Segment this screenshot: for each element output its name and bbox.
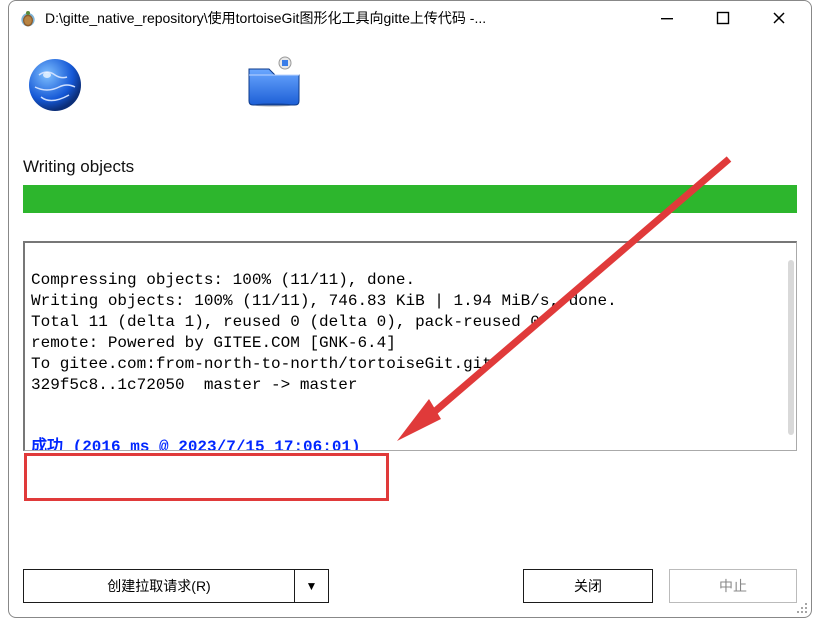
console-line: remote: Powered by GITEE.COM [GNK-6.4] (31, 334, 396, 352)
icon-row (23, 49, 797, 137)
stage-label: Writing objects (23, 157, 797, 177)
app-window: D:\gitte_native_repository\使用tortoiseGit… (8, 0, 812, 618)
console-success-line: 成功 (2016 ms @ 2023/7/15 17:06:01) (31, 437, 361, 451)
button-row: 创建拉取请求(R) ▼ 关闭 中止 (23, 569, 797, 603)
stop-button: 中止 (669, 569, 797, 603)
console-line: Writing objects: 100% (11/11), 746.83 Ki… (31, 292, 617, 310)
create-pull-request-button[interactable]: 创建拉取请求(R) (23, 569, 295, 603)
pull-request-split-button: 创建拉取请求(R) ▼ (23, 569, 329, 603)
window-title: D:\gitte_native_repository\使用tortoiseGit… (45, 8, 486, 28)
console-line: Compressing objects: 100% (11/11), done. (31, 271, 415, 289)
console-line: Total 11 (delta 1), reused 0 (delta 0), … (31, 313, 540, 331)
console-output[interactable]: Compressing objects: 100% (11/11), done.… (23, 241, 797, 451)
title-bar: D:\gitte_native_repository\使用tortoiseGit… (9, 1, 811, 35)
chevron-down-icon: ▼ (306, 579, 318, 593)
close-window-button[interactable] (751, 1, 807, 35)
console-line: To gitee.com:from-north-to-north/tortois… (31, 355, 492, 373)
close-button[interactable]: 关闭 (523, 569, 653, 603)
client-area: Writing objects Compressing objects: 100… (9, 35, 811, 617)
window-controls (639, 1, 807, 35)
tortoisegit-app-icon (17, 7, 39, 29)
folder-transfer-icon (245, 55, 303, 107)
resize-grip-icon[interactable] (793, 599, 809, 615)
maximize-button[interactable] (695, 1, 751, 35)
console-line: 329f5c8..1c72050 master -> master (31, 376, 357, 394)
minimize-button[interactable] (639, 1, 695, 35)
scrollbar-thumb[interactable] (788, 260, 794, 435)
pull-request-dropdown-button[interactable]: ▼ (295, 569, 329, 603)
progress-bar (23, 185, 797, 213)
globe-icon (27, 57, 83, 113)
